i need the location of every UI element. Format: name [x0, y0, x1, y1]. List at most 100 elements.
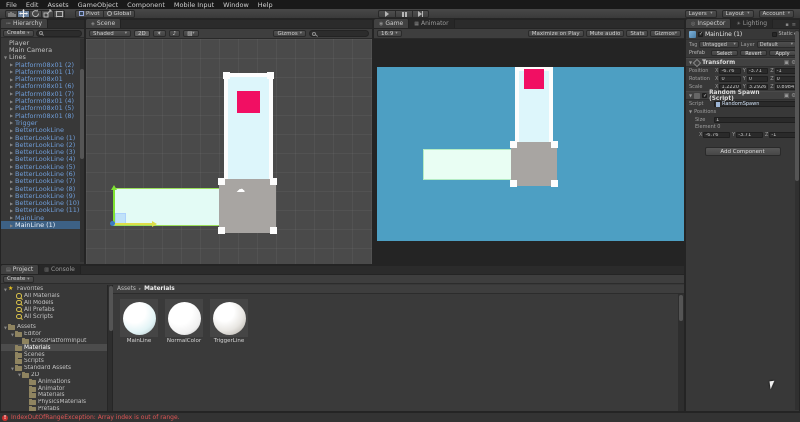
tab-project[interactable]: ▤ Project	[1, 265, 40, 274]
tree-item[interactable]: ▼ Favorites	[1, 286, 107, 293]
tab-inspector[interactable]: ◎ Inspector	[686, 19, 732, 28]
hierarchy-search-input[interactable]	[35, 29, 82, 37]
hierarchy-item[interactable]: ▶ BetterLookLine	[1, 127, 84, 134]
add-component-button[interactable]: Add Component	[704, 147, 781, 156]
hierarchy-item[interactable]: Main Camera	[1, 46, 84, 53]
y-field[interactable]: 0	[746, 76, 769, 82]
hierarchy-item[interactable]: ▶ BetterLookLine (3)	[1, 148, 84, 155]
rect-tool-button[interactable]	[53, 9, 65, 18]
gizmo-x-axis-arrow[interactable]	[115, 221, 157, 226]
pivot-toggle[interactable]: Pivot	[75, 9, 103, 18]
status-bar[interactable]: ! IndexOutOfRangeException: Array index …	[0, 412, 800, 422]
hierarchy-item[interactable]: ▶ Platform08x01 (5)	[1, 105, 84, 112]
tab-hierarchy[interactable]: ≔ Hierarchy	[1, 19, 49, 28]
scene-gray-block[interactable]	[218, 178, 277, 234]
tab-lighting[interactable]: ☀ Lighting	[731, 19, 774, 28]
scene-gizmos-dropdown[interactable]: Gizmos ▾	[273, 30, 306, 37]
pause-button[interactable]	[395, 10, 412, 18]
tab-game[interactable]: ◉ Game	[374, 19, 410, 28]
scene-viewport[interactable]: ☁	[86, 39, 372, 264]
hierarchy-item[interactable]: ▶ Platform08x01 (4)	[1, 97, 84, 104]
hierarchy-create-button[interactable]: Create ▾	[3, 29, 34, 37]
rotate-tool-button[interactable]	[29, 9, 41, 18]
y-field[interactable]: -3.71	[746, 68, 769, 74]
tree-item[interactable]: CrossPlatformInput	[1, 337, 107, 345]
hierarchy-item[interactable]: ▶ BetterLookLine (8)	[1, 185, 84, 192]
x-field[interactable]: -6.76	[719, 68, 741, 74]
layer-dropdown[interactable]: Default ▾	[756, 41, 797, 48]
lock-icon[interactable]: ▪	[785, 22, 788, 28]
shading-mode-dropdown[interactable]: Shaded ▾	[89, 30, 131, 37]
scale-tool-button[interactable]	[41, 9, 53, 18]
material-asset[interactable]: TriggerLine	[209, 299, 249, 344]
move-tool-button[interactable]	[17, 9, 29, 18]
breadcrumb-root[interactable]: Assets	[117, 286, 136, 292]
x-field[interactable]: -6.76	[703, 132, 731, 138]
tree-item[interactable]: All Models	[1, 299, 107, 307]
inspector-scrollbar[interactable]	[795, 30, 799, 410]
fold-toggle-icon[interactable]: ▼	[689, 93, 692, 98]
prefab-action-button[interactable]: Select	[711, 49, 738, 57]
scene-lighting-toggle[interactable]: ☀	[152, 30, 166, 37]
play-button[interactable]	[378, 10, 395, 18]
toolbar-dropdown[interactable]: Layout ▾	[721, 9, 754, 18]
tree-item[interactable]: ▼ Standard Assets	[1, 365, 107, 372]
project-create-button[interactable]: Create ▾	[3, 275, 34, 283]
scene-pink-block[interactable]	[237, 91, 260, 113]
tree-item[interactable]: All Prefabs	[1, 306, 107, 313]
prefab-action-button[interactable]: Revert	[740, 49, 767, 57]
toolbar-dropdown[interactable]: Account ▾	[758, 9, 794, 18]
hierarchy-item[interactable]: ▶ Trigger	[1, 119, 84, 126]
toolbar-dropdown[interactable]: Layers ▾	[684, 9, 717, 18]
hierarchy-item[interactable]: ▶ Platform08x01 (8)	[1, 112, 84, 119]
hierarchy-item[interactable]: ▶ Platform08x01 (7)	[1, 90, 84, 97]
z-field[interactable]: 0	[774, 76, 797, 82]
asset-grid-scrollbar[interactable]	[678, 294, 684, 411]
scene-effects-dropdown[interactable]: ▨ ▾	[183, 30, 199, 37]
tree-item[interactable]: Animator	[1, 385, 107, 392]
material-asset[interactable]: MainLine	[119, 299, 159, 344]
z-field[interactable]: -1	[774, 68, 797, 74]
menu-item[interactable]: Window	[223, 1, 249, 9]
hierarchy-item[interactable]: ▶ BetterLookLine (11)	[1, 207, 84, 214]
tab-scene[interactable]: ◈ Scene	[86, 19, 122, 28]
size-field[interactable]: 1	[714, 116, 796, 123]
game-toolbar-button[interactable]: Maximize on Play	[527, 30, 584, 37]
menu-item[interactable]: Assets	[47, 1, 68, 9]
hierarchy-item[interactable]: ▶ BetterLookLine (7)	[1, 178, 84, 185]
prefab-action-button[interactable]: Apply	[769, 49, 796, 57]
aspect-ratio-dropdown[interactable]: 16:9 ▾	[377, 30, 402, 37]
cloud-sprite[interactable]: ☁	[236, 186, 245, 195]
hierarchy-item[interactable]: ▶ MainLine (1)	[1, 221, 84, 229]
fold-toggle-icon[interactable]: ▼	[689, 109, 692, 114]
breadcrumb-current[interactable]: Materials	[144, 286, 175, 292]
reference-icon[interactable]: ▣	[784, 93, 789, 99]
x-field[interactable]: 0	[719, 76, 741, 82]
hierarchy-item[interactable]: ▶ BetterLookLine (9)	[1, 192, 84, 199]
hierarchy-item[interactable]: ▶ BetterLookLine (4)	[1, 156, 84, 163]
hierarchy-scrollbar[interactable]	[80, 39, 84, 262]
hierarchy-item[interactable]: ▶ Platform08x01	[1, 75, 84, 82]
hierarchy-item[interactable]: ▶ Platform08x01 (2)	[1, 61, 84, 68]
active-checkbox[interactable]	[698, 31, 703, 37]
hierarchy-item[interactable]: ▶ BetterLookLine (5)	[1, 163, 84, 170]
menu-item[interactable]: Help	[258, 1, 273, 9]
tab-animator[interactable]: ▦ Animator	[409, 19, 455, 28]
gizmo-y-axis-arrow[interactable]	[111, 185, 116, 224]
hierarchy-item[interactable]: ▶ BetterLookLine (2)	[1, 141, 84, 148]
gameobject-name-field[interactable]: MainLine (1)	[705, 31, 770, 38]
scene-selected-platform[interactable]	[113, 188, 221, 226]
tree-item[interactable]: Materials	[1, 344, 107, 352]
random-spawn-component-header[interactable]: ▼ Random Spawn (Script) ▣ ⚙	[686, 90, 799, 102]
mode-2d-toggle[interactable]: 2D	[134, 30, 150, 37]
panel-menu-icon[interactable]: ≡	[792, 22, 796, 28]
static-dropdown[interactable]: Static▾	[772, 31, 796, 37]
tree-item[interactable]: PhysicsMaterials	[1, 399, 107, 406]
hierarchy-item[interactable]: ▼ Lines	[1, 54, 84, 61]
positions-foldout[interactable]: ▼ Positions	[686, 108, 799, 116]
tree-item[interactable]: All Scripts	[1, 313, 107, 320]
component-enabled-checkbox[interactable]	[702, 93, 707, 99]
scene-search-input[interactable]	[309, 30, 369, 37]
hierarchy-item[interactable]: ▶ Platform08x01 (1)	[1, 68, 84, 75]
z-field[interactable]: -1	[769, 132, 796, 138]
